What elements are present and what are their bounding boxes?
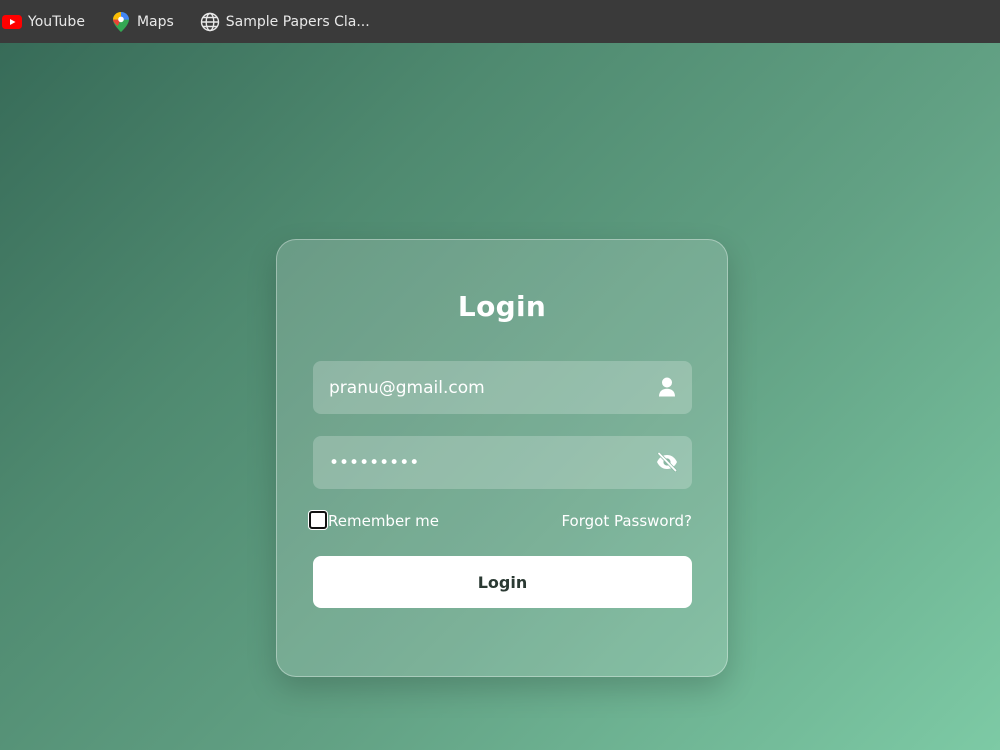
bookmarks-bar: YouTube Maps Sample Papers Cla... <box>0 0 1000 43</box>
globe-icon <box>200 12 220 32</box>
email-field-wrapper <box>313 361 692 414</box>
bookmark-label: Sample Papers Cla... <box>225 13 370 30</box>
remember-row: Remember me Forgot Password? <box>309 510 692 534</box>
email-input[interactable] <box>313 361 643 414</box>
bookmark-youtube[interactable]: YouTube <box>2 0 85 43</box>
forgot-password-link[interactable]: Forgot Password? <box>561 510 692 532</box>
remember-label: Remember me <box>328 512 439 530</box>
page-background: Login Remember <box>0 43 1000 750</box>
login-button[interactable]: Login <box>313 556 692 608</box>
password-field-wrapper <box>313 436 692 489</box>
bookmark-label: Maps <box>136 13 174 30</box>
maps-icon <box>111 11 131 32</box>
youtube-icon <box>2 12 22 32</box>
bookmark-label: YouTube <box>28 13 85 30</box>
user-icon <box>656 376 678 398</box>
remember-checkbox[interactable] <box>309 511 327 529</box>
bookmark-maps[interactable]: Maps <box>111 0 174 43</box>
eye-slash-icon[interactable] <box>656 451 678 473</box>
password-input[interactable] <box>313 436 643 489</box>
login-title: Login <box>457 290 547 323</box>
login-card: Login Remember <box>276 239 728 677</box>
bookmark-sample-papers[interactable]: Sample Papers Cla... <box>200 0 370 43</box>
